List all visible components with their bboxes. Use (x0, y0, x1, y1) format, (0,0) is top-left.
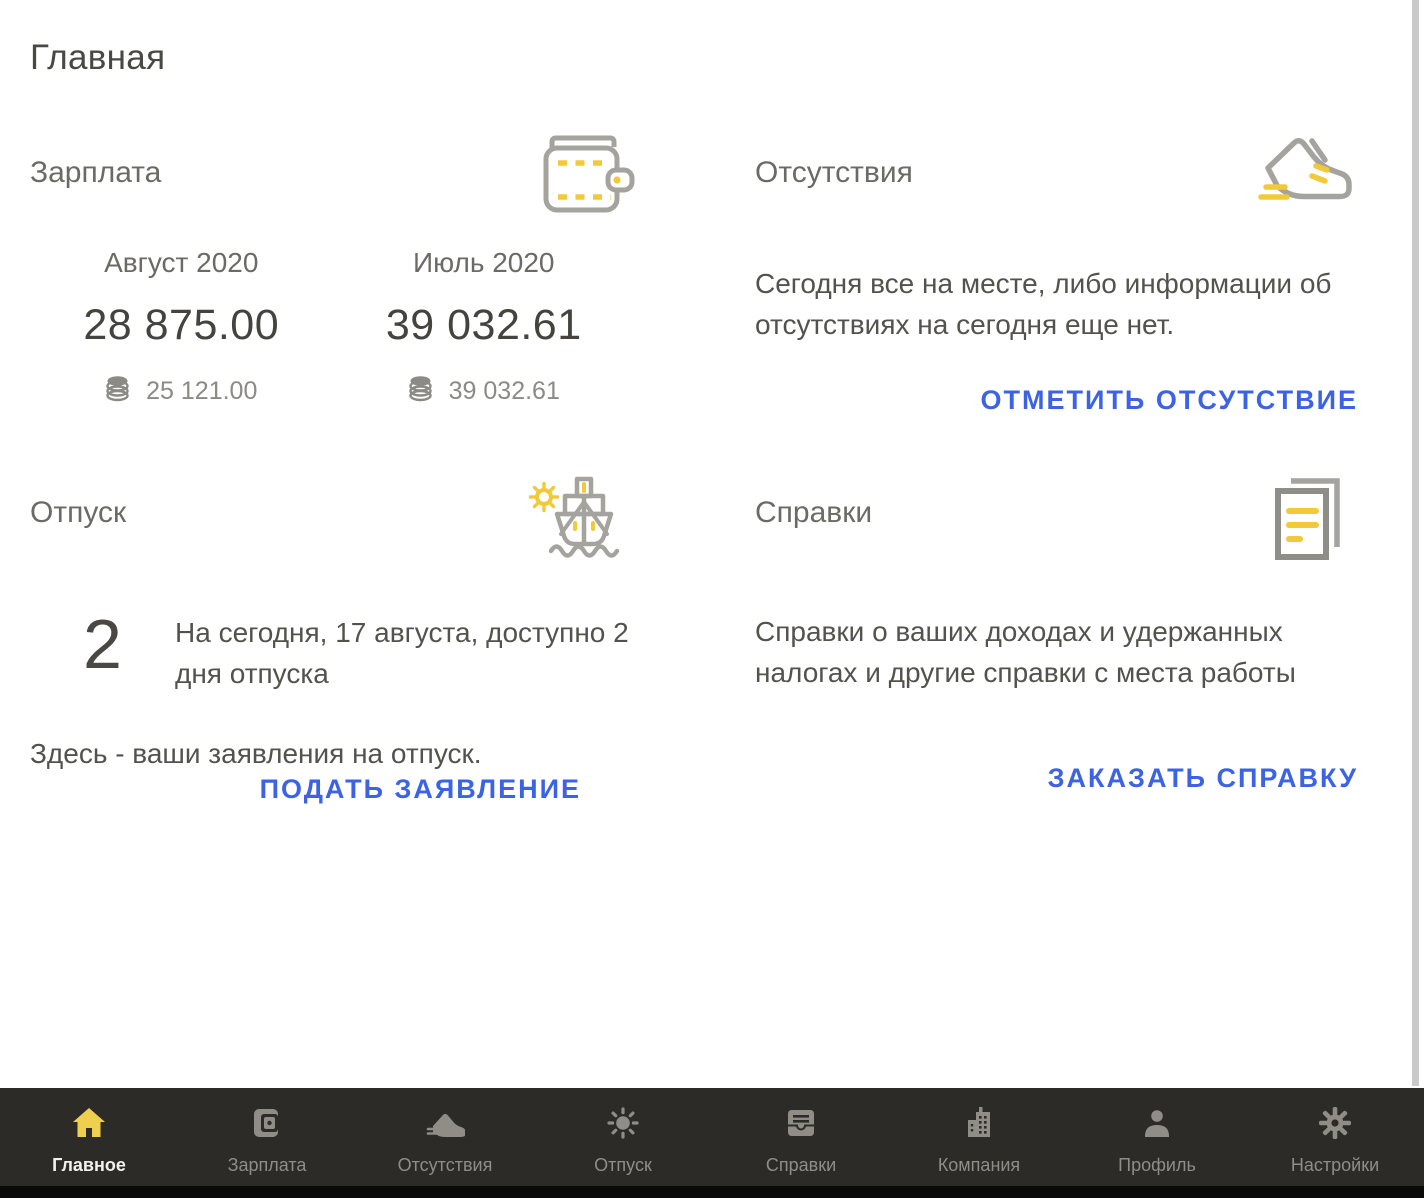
salary-paid-amount: 25 121.00 (146, 377, 257, 406)
bottom-edge-strip (0, 1186, 1424, 1198)
nav-label: Компания (938, 1155, 1020, 1176)
vacation-days-count: 2 (30, 609, 175, 679)
cards-grid: Зарплата Август 2020 28 875.00 (30, 128, 1360, 798)
coins-icon (408, 374, 433, 409)
nav-item-company[interactable]: Компания (890, 1088, 1068, 1186)
scrollbar[interactable] (1412, 0, 1419, 1086)
documents-icon (1264, 468, 1360, 577)
order-certificate-button[interactable]: ЗАКАЗАТЬ СПРАВКУ (1046, 759, 1360, 798)
nav-label: Справки (766, 1155, 836, 1176)
company-icon (959, 1103, 999, 1148)
page-title: Главная (30, 38, 1360, 78)
submit-vacation-request-button[interactable]: ПОДАТЬ ЗАЯВЛЕНИЕ (258, 770, 583, 809)
vacation-days-text: На сегодня, 17 августа, доступно 2 дня о… (175, 609, 635, 694)
home-icon (68, 1103, 110, 1148)
sneaker-icon (1254, 128, 1360, 229)
vacation-note: Здесь - ваши заявления на отпуск. (30, 738, 635, 770)
salary-total: 28 875.00 (30, 301, 333, 350)
nav-item-home[interactable]: Главное (0, 1088, 178, 1186)
nav-label: Главное (52, 1155, 126, 1176)
profile-icon (1137, 1103, 1177, 1148)
nav-item-profile[interactable]: Профиль (1068, 1088, 1246, 1186)
nav-item-absences[interactable]: Отсутствия (356, 1088, 534, 1186)
settings-icon (1315, 1103, 1355, 1148)
nav-label: Настройки (1291, 1155, 1379, 1176)
salary-month-label: Август 2020 (30, 247, 333, 279)
nav-item-certificates[interactable]: Справки (712, 1088, 890, 1186)
nav-item-salary[interactable]: Зарплата (178, 1088, 356, 1186)
salary-paid-amount: 39 032.61 (449, 377, 560, 406)
nav-item-settings[interactable]: Настройки (1246, 1088, 1424, 1186)
vacation-card-title: Отпуск (30, 468, 126, 530)
certificates-card-title: Справки (755, 468, 872, 530)
coins-icon (105, 374, 130, 409)
ship-icon (525, 468, 635, 573)
main-content: Главная Зарплата Ав (0, 0, 1424, 1088)
salary-total: 39 032.61 (333, 301, 636, 350)
salary-month-label: Июль 2020 (333, 247, 636, 279)
nav-label: Отпуск (594, 1155, 652, 1176)
nav-label: Зарплата (228, 1155, 307, 1176)
nav-item-vacation[interactable]: Отпуск (534, 1088, 712, 1186)
salary-month-august[interactable]: Август 2020 28 875.00 25 121.00 (30, 247, 333, 409)
sun-icon (603, 1103, 643, 1148)
nav-label: Отсутствия (398, 1155, 493, 1176)
absences-card-title: Отсутствия (755, 128, 913, 190)
absences-text: Сегодня все на месте, либо информации об… (755, 263, 1355, 346)
wallet-icon (247, 1103, 287, 1148)
wallet-icon (531, 128, 635, 229)
certificate-icon (781, 1103, 821, 1148)
certificates-card: Справки Справки о ваших доходах и удержа… (755, 468, 1360, 798)
nav-label: Профиль (1118, 1155, 1196, 1176)
mark-absence-button[interactable]: ОТМЕТИТЬ ОТСУТСТВИЕ (979, 381, 1360, 420)
absences-card: Отсутствия Сегодня все на месте, либо ин… (755, 128, 1360, 420)
salary-card-title: Зарплата (30, 128, 161, 190)
vacation-card: Отпуск (30, 468, 635, 798)
salary-month-july[interactable]: Июль 2020 39 032.61 39 032.61 (333, 247, 636, 409)
bottom-navigation: Главное Зарплата Отсутствия (0, 1088, 1424, 1186)
sneaker-icon (425, 1103, 465, 1148)
salary-card: Зарплата Август 2020 28 875.00 (30, 128, 635, 420)
certificates-text: Справки о ваших доходах и удержанных нал… (755, 611, 1355, 694)
